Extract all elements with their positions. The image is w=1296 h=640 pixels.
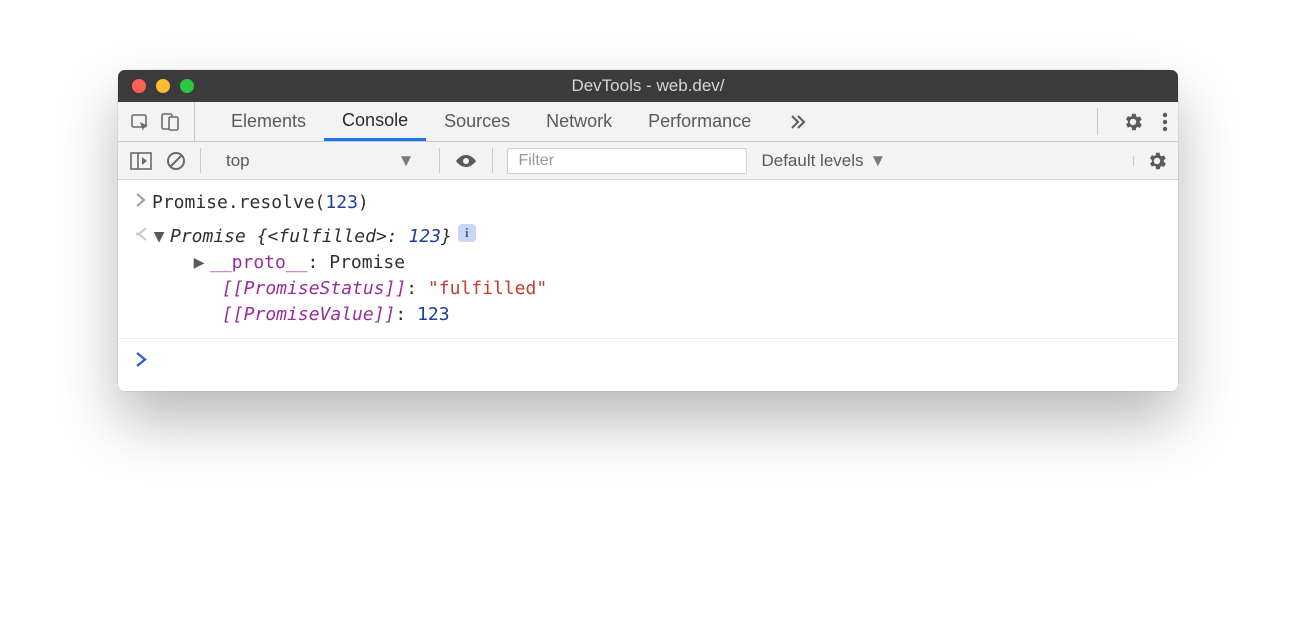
angle: <	[268, 226, 279, 247]
minimize-window-button[interactable]	[156, 79, 170, 93]
output-arrow-icon	[130, 224, 152, 241]
context-label: top	[226, 151, 250, 171]
divider	[492, 148, 493, 173]
expand-arrow-icon[interactable]: ▼	[152, 224, 166, 250]
object-property-value[interactable]: [[PromiseValue]]: 123	[152, 302, 1166, 328]
live-expression-button[interactable]	[454, 153, 478, 169]
toggle-sidebar-button[interactable]	[130, 152, 152, 170]
quote: "	[428, 278, 439, 299]
console-output-object: ▼ Promise {<fulfilled>: 123} i ▶__proto_…	[152, 224, 1166, 328]
tab-sources[interactable]: Sources	[426, 102, 528, 141]
gear-icon	[1146, 150, 1168, 172]
devtools-window: DevTools - web.dev/ Elements Console Sou…	[118, 70, 1178, 391]
code-text: Promise.resolve(	[152, 192, 325, 213]
chevrons-right-icon	[787, 111, 809, 133]
console-input-code: Promise.resolve(123)	[152, 190, 369, 216]
settings-button[interactable]	[1122, 111, 1144, 133]
console-settings-button[interactable]	[1146, 150, 1168, 172]
window-title: DevTools - web.dev/	[571, 76, 724, 96]
code-number: 123	[325, 192, 358, 213]
brace: {	[257, 226, 268, 247]
tab-console[interactable]: Console	[324, 102, 426, 141]
sep: :	[406, 278, 428, 299]
property-key: __proto__	[210, 252, 308, 273]
code-text: )	[358, 192, 369, 213]
prompt-arrow-icon	[130, 349, 152, 367]
tabs-overflow-button[interactable]	[769, 102, 827, 141]
eye-icon	[454, 153, 478, 169]
clear-console-button[interactable]	[166, 151, 186, 171]
input-arrow-icon	[130, 190, 152, 207]
tabs-list: Elements Console Sources Network Perform…	[213, 102, 827, 141]
toolbar-left-icons	[130, 102, 195, 141]
tab-elements[interactable]: Elements	[213, 102, 324, 141]
console-output-row[interactable]: ▼ Promise {<fulfilled>: 123} i ▶__proto_…	[118, 220, 1178, 339]
sep: :	[395, 304, 417, 325]
toggle-device-icon[interactable]	[160, 112, 180, 132]
type-name: Promise	[170, 226, 257, 247]
divider	[439, 148, 440, 173]
chevron-down-icon: ▼	[398, 151, 415, 171]
angle: >	[376, 226, 387, 247]
clear-icon	[166, 151, 186, 171]
sep: :	[387, 226, 409, 247]
tabs-row: Elements Console Sources Network Perform…	[118, 102, 1178, 142]
inspect-element-icon[interactable]	[130, 112, 150, 132]
kebab-icon	[1162, 111, 1168, 133]
gear-icon	[1122, 111, 1144, 133]
console-input-row[interactable]: Promise.resolve(123)	[118, 186, 1178, 220]
log-levels-select[interactable]: Default levels ▼	[761, 151, 886, 171]
property-value: Promise	[329, 252, 405, 273]
subbar-right	[1133, 150, 1168, 172]
sidebar-icon	[130, 152, 152, 170]
divider	[1133, 156, 1134, 166]
execution-context-select[interactable]: top ▼	[215, 147, 425, 175]
tabs-right	[1091, 102, 1168, 141]
brace: }	[441, 226, 452, 247]
levels-label: Default levels	[761, 151, 863, 171]
console-prompt[interactable]	[118, 339, 1178, 387]
more-menu-button[interactable]	[1162, 111, 1168, 133]
object-property-status[interactable]: [[PromiseStatus]]: "fulfilled"	[152, 276, 1166, 302]
sep: :	[308, 252, 330, 273]
filter-input[interactable]	[507, 148, 747, 174]
property-key: [[PromiseValue]]	[222, 304, 395, 325]
console-toolbar: top ▼ Default levels ▼	[118, 142, 1178, 180]
promise-state: fulfilled	[278, 226, 376, 247]
number-value: 123	[417, 304, 450, 325]
fullscreen-window-button[interactable]	[180, 79, 194, 93]
tab-network[interactable]: Network	[528, 102, 630, 141]
object-summary[interactable]: ▼ Promise {<fulfilled>: 123} i	[152, 224, 1166, 250]
divider	[1097, 108, 1098, 135]
tab-performance[interactable]: Performance	[630, 102, 769, 141]
divider	[200, 148, 201, 173]
promise-value: 123	[408, 226, 441, 247]
info-badge-icon[interactable]: i	[458, 224, 476, 242]
close-window-button[interactable]	[132, 79, 146, 93]
object-property-proto[interactable]: ▶__proto__: Promise	[152, 250, 1166, 276]
string-value: fulfilled	[439, 278, 537, 299]
quote: "	[536, 278, 547, 299]
property-key: [[PromiseStatus]]	[222, 278, 406, 299]
console-body: Promise.resolve(123) ▼ Promise {<fulfill…	[118, 180, 1178, 391]
titlebar: DevTools - web.dev/	[118, 70, 1178, 102]
traffic-lights	[132, 70, 194, 102]
chevron-down-icon: ▼	[870, 151, 887, 171]
expand-arrow-icon[interactable]: ▶	[192, 250, 206, 276]
